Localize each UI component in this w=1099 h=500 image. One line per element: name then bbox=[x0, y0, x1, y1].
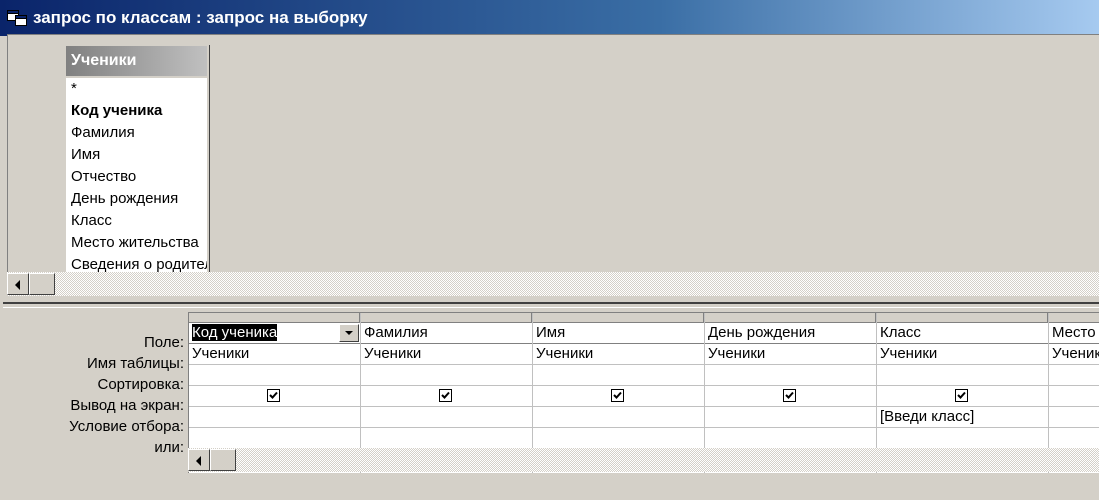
pane-splitter[interactable] bbox=[3, 302, 1099, 308]
grid-cell-show[interactable] bbox=[1049, 386, 1099, 407]
cell-text: Место bbox=[1052, 324, 1096, 341]
grid-cell-criteria[interactable] bbox=[189, 407, 360, 428]
grid-cell-show[interactable] bbox=[877, 386, 1048, 407]
grid-cell-table[interactable]: Ученики bbox=[533, 344, 704, 365]
grid-cell-table[interactable]: Ученики bbox=[1049, 344, 1099, 365]
cell-text: Ученики bbox=[364, 345, 422, 362]
field-list-items: * Код ученика Фамилия Имя Отчество День рожде… bbox=[66, 78, 207, 274]
column-selector[interactable] bbox=[705, 313, 876, 323]
field-list-item[interactable]: Отчество bbox=[71, 166, 207, 188]
grid-row-labels: Поле: Имя таблицы: Сортировка: Вывод на … bbox=[0, 322, 184, 458]
scroll-thumb[interactable] bbox=[29, 273, 55, 295]
title-bar[interactable]: запрос по классам : запрос на выборку bbox=[0, 0, 1099, 36]
grid-cell-criteria[interactable] bbox=[705, 407, 876, 428]
grid-cell-table[interactable]: Ученики bbox=[189, 344, 360, 365]
grid-cell-sort[interactable] bbox=[705, 365, 876, 386]
grid-scrollbar[interactable] bbox=[188, 448, 1099, 472]
arrow-left-icon bbox=[15, 280, 20, 290]
column-selector[interactable] bbox=[189, 313, 360, 323]
grid-cell-or[interactable] bbox=[877, 428, 1048, 449]
grid-scroll-thumb[interactable] bbox=[210, 449, 236, 471]
grid-cell-or[interactable] bbox=[533, 428, 704, 449]
chevron-down-icon bbox=[345, 331, 353, 335]
row-label-or: или: bbox=[154, 439, 184, 456]
field-list-uchenik[interactable]: Ученики * Код ученика Фамилия Имя Отчество Де… bbox=[64, 44, 209, 276]
cell-text: Класс bbox=[880, 324, 921, 341]
field-dropdown-button[interactable] bbox=[339, 324, 359, 342]
field-list-item[interactable]: Имя bbox=[71, 144, 207, 166]
grid-cell-field[interactable]: Фамилия bbox=[361, 323, 532, 344]
cell-text: Фамилия bbox=[364, 324, 428, 341]
table-pane-scrollbar[interactable] bbox=[7, 272, 1099, 296]
grid-cell-sort[interactable] bbox=[1049, 365, 1099, 386]
cell-text: Ученики bbox=[192, 345, 250, 362]
grid-cell-table[interactable]: Ученики bbox=[361, 344, 532, 365]
checkmark-icon bbox=[785, 391, 794, 399]
column-selector[interactable] bbox=[1049, 313, 1099, 323]
grid-cell-field[interactable]: День рождения bbox=[705, 323, 876, 344]
row-label-table: Имя таблицы: bbox=[86, 355, 184, 372]
grid-cell-field[interactable]: Место bbox=[1049, 323, 1099, 344]
show-checkbox[interactable] bbox=[611, 389, 624, 402]
grid-cell-sort[interactable] bbox=[533, 365, 704, 386]
cell-text: [Введи класс] bbox=[880, 408, 975, 425]
show-checkbox[interactable] bbox=[267, 389, 280, 402]
grid-cell-show[interactable] bbox=[361, 386, 532, 407]
grid-cell-or[interactable] bbox=[189, 428, 360, 449]
grid-cell-sort[interactable] bbox=[189, 365, 360, 386]
grid-cell-criteria[interactable]: [Введи класс] bbox=[877, 407, 1048, 428]
cell-text: День рождения bbox=[708, 324, 816, 341]
grid-cell-field[interactable]: Класс bbox=[877, 323, 1048, 344]
cell-text: Код ученика bbox=[192, 324, 278, 341]
row-label-criteria: Условие отбора: bbox=[69, 418, 184, 435]
show-checkbox[interactable] bbox=[439, 389, 452, 402]
field-list-item[interactable]: День рождения bbox=[71, 188, 207, 210]
row-label-show: Вывод на экран: bbox=[70, 397, 184, 414]
checkmark-icon bbox=[613, 391, 622, 399]
grid-cell-sort[interactable] bbox=[361, 365, 532, 386]
field-list-item[interactable]: Класс bbox=[71, 210, 207, 232]
grid-cell-table[interactable]: Ученики bbox=[877, 344, 1048, 365]
column-selector[interactable] bbox=[877, 313, 1048, 323]
cell-text: Ученики bbox=[1052, 345, 1099, 362]
column-selector[interactable] bbox=[361, 313, 532, 323]
grid-cell-sort[interactable] bbox=[877, 365, 1048, 386]
column-selector[interactable] bbox=[533, 313, 704, 323]
row-label-sort: Сортировка: bbox=[97, 376, 185, 393]
query-icon[interactable] bbox=[7, 10, 27, 26]
grid-cell-table[interactable]: Ученики bbox=[705, 344, 876, 365]
field-list-item[interactable]: Место жительства bbox=[71, 232, 207, 254]
grid-cell-criteria[interactable] bbox=[1049, 407, 1099, 428]
cell-text: Ученики bbox=[536, 345, 594, 362]
grid-cell-show[interactable] bbox=[705, 386, 876, 407]
design-grid-pane: Поле: Имя таблицы: Сортировка: Вывод на … bbox=[0, 312, 1099, 500]
show-checkbox[interactable] bbox=[955, 389, 968, 402]
cell-text: Ученики bbox=[880, 345, 938, 362]
checkmark-icon bbox=[441, 391, 450, 399]
grid-cell-show[interactable] bbox=[189, 386, 360, 407]
arrow-left-icon bbox=[196, 456, 201, 466]
field-list-item[interactable]: * bbox=[71, 78, 207, 100]
checkmark-icon bbox=[269, 391, 278, 399]
grid-cell-or[interactable] bbox=[1049, 428, 1099, 449]
grid-cell-field[interactable]: Код ученика bbox=[189, 323, 360, 344]
grid-cell-show[interactable] bbox=[533, 386, 704, 407]
grid-cell-field[interactable]: Имя bbox=[533, 323, 704, 344]
grid-cell-criteria[interactable] bbox=[533, 407, 704, 428]
grid-cell-or[interactable] bbox=[361, 428, 532, 449]
field-list-title[interactable]: Ученики bbox=[66, 46, 207, 78]
grid-scroll-left-button[interactable] bbox=[188, 449, 210, 471]
grid-cell-criteria[interactable] bbox=[361, 407, 532, 428]
cell-text: Имя bbox=[536, 324, 566, 341]
field-list-item[interactable]: Код ученика bbox=[71, 100, 207, 122]
field-list-item[interactable]: Фамилия bbox=[71, 122, 207, 144]
window-title: запрос по классам : запрос на выборку bbox=[33, 8, 368, 27]
checkmark-icon bbox=[957, 391, 966, 399]
row-label-field: Поле: bbox=[143, 334, 184, 351]
show-checkbox[interactable] bbox=[783, 389, 796, 402]
scroll-left-button[interactable] bbox=[7, 273, 29, 295]
cell-text: Ученики bbox=[708, 345, 766, 362]
grid-cell-or[interactable] bbox=[705, 428, 876, 449]
